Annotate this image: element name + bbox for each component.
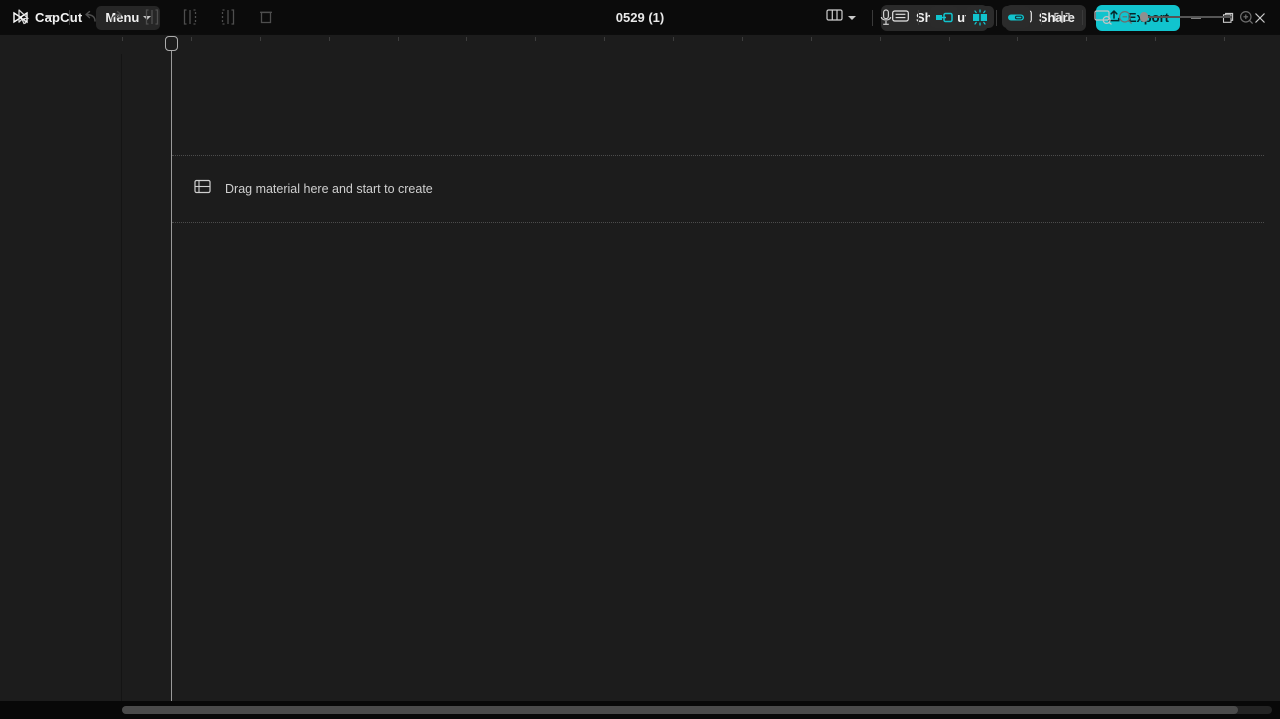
delete-button[interactable]: [253, 4, 279, 30]
timeline-scrollbar[interactable]: [122, 706, 1272, 714]
zoom-slider-handle[interactable]: [1140, 12, 1148, 22]
snap-toggle[interactable]: [930, 6, 958, 28]
redo-button[interactable]: [103, 4, 129, 30]
film-strip-icon: [194, 179, 211, 199]
zoom-in-icon[interactable]: [1239, 10, 1254, 25]
divider: [918, 9, 919, 25]
link-toggle[interactable]: [1002, 6, 1030, 28]
split-button[interactable]: [139, 4, 165, 30]
divider: [1041, 9, 1042, 25]
timeline-panel: Drag material here and start to create: [0, 0, 1280, 714]
trim-right-button[interactable]: [215, 4, 241, 30]
auto-adjust-toggle[interactable]: [966, 6, 994, 28]
zoom-out-icon[interactable]: [1118, 10, 1133, 25]
ruler-ticks: [122, 35, 1270, 55]
track-header-column: [0, 54, 122, 701]
chevron-down-icon: [45, 15, 53, 19]
playhead-handle[interactable]: [165, 36, 178, 51]
undo-button[interactable]: [77, 4, 103, 30]
zoom-slider-group: [1118, 10, 1254, 25]
timeline-toolbar: [0, 0, 1264, 34]
select-tool-dropdown[interactable]: [36, 4, 62, 30]
record-voiceover-button[interactable]: [873, 4, 899, 30]
timeline-scrollbar-thumb[interactable]: [122, 706, 1238, 714]
preview-mask-button[interactable]: [1090, 4, 1116, 30]
select-tool[interactable]: [10, 4, 36, 30]
timeline-dropzone-text: Drag material here and start to create: [225, 182, 433, 196]
timeline-dropzone[interactable]: Drag material here and start to create: [172, 155, 1264, 223]
timeline-tracks[interactable]: Drag material here and start to create: [0, 54, 1280, 701]
trim-left-button[interactable]: [177, 4, 203, 30]
divider: [1082, 9, 1083, 25]
zoom-slider[interactable]: [1140, 12, 1232, 22]
timeline-ruler[interactable]: [0, 34, 1280, 54]
divider: [69, 9, 70, 25]
timeline-toolbar-right: [873, 0, 1254, 34]
capcut-window: CapCut Menu 0529 (1) Share Drag material…: [0, 0, 1280, 719]
playhead[interactable]: [165, 36, 178, 701]
split-clip-button[interactable]: [1049, 4, 1075, 30]
